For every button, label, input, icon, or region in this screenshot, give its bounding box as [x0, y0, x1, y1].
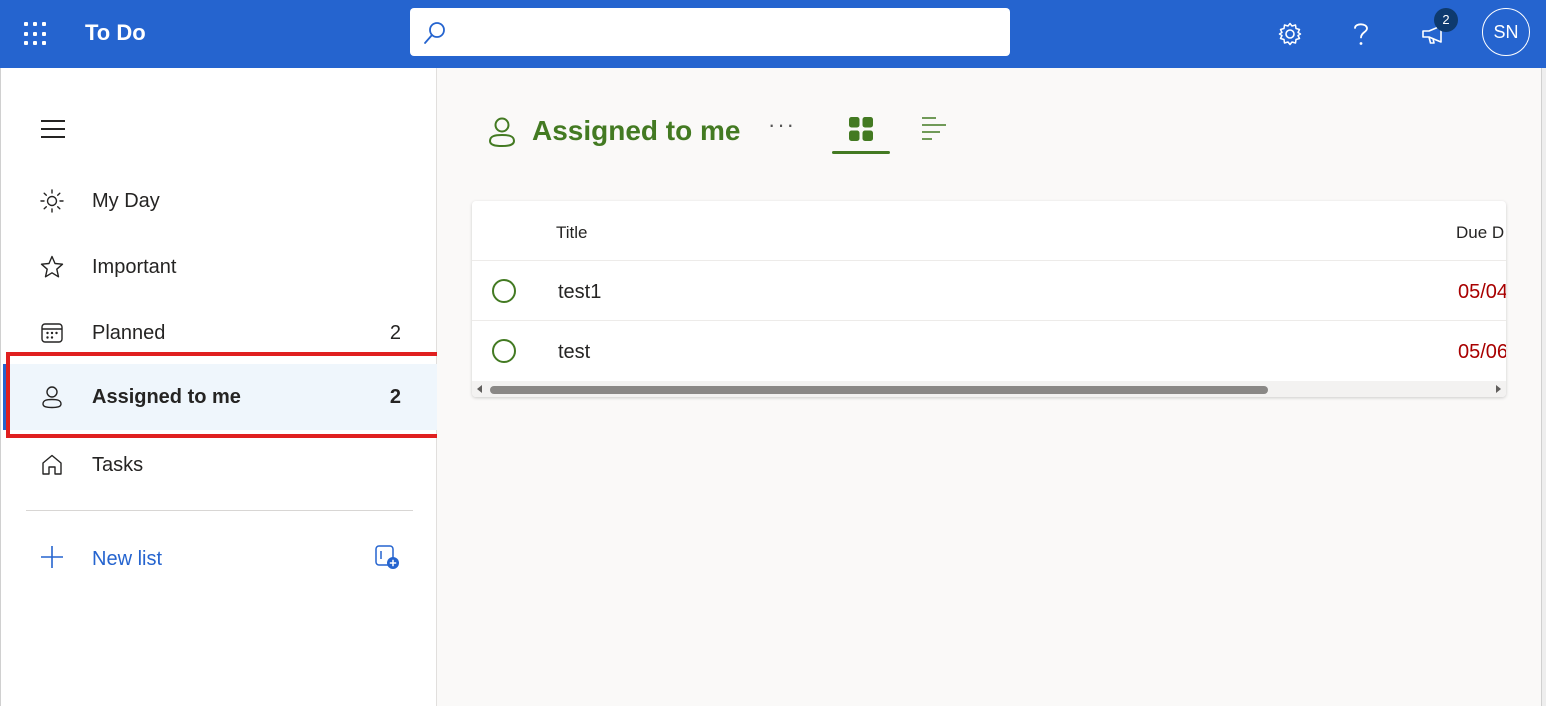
help-button[interactable] — [1345, 18, 1377, 50]
horizontal-scrollbar[interactable] — [472, 381, 1506, 397]
scroll-left-arrow-icon[interactable] — [477, 385, 482, 393]
person-icon — [39, 384, 65, 410]
app-title[interactable]: To Do — [85, 20, 146, 46]
sidebar-item-label: My Day — [92, 190, 160, 212]
task-due-date: 05/06 — [1458, 341, 1506, 363]
new-group-icon[interactable] — [373, 543, 401, 571]
column-header-due-date[interactable]: Due D — [1456, 223, 1504, 243]
settings-button[interactable] — [1274, 18, 1306, 50]
app-launcher-icon[interactable] — [24, 22, 48, 46]
help-icon — [1354, 23, 1368, 45]
selected-view-underline — [832, 151, 890, 154]
sidebar-item-my-day[interactable]: My Day — [1, 168, 437, 234]
avatar[interactable]: SN — [1482, 8, 1530, 56]
sidebar-item-assigned-to-me[interactable]: Assigned to me 2 — [9, 364, 437, 430]
table-row[interactable]: test 05/06 — [472, 320, 1506, 380]
sidebar-item-important[interactable]: Important — [1, 234, 437, 300]
sidebar: My Day Important Planned 2 Assigned to m… — [0, 68, 437, 706]
new-list-button[interactable]: New list — [1, 526, 437, 592]
notification-badge: 2 — [1434, 8, 1458, 32]
home-icon — [39, 452, 65, 478]
search-box[interactable] — [410, 8, 1010, 56]
tasks-table: Title Due D test1 05/04 test 05/06 — [472, 201, 1506, 397]
plus-icon — [41, 546, 63, 568]
complete-checkbox[interactable] — [492, 279, 516, 303]
active-indicator — [3, 364, 6, 430]
scrollbar-thumb[interactable] — [490, 386, 1268, 394]
scroll-right-arrow-icon[interactable] — [1496, 385, 1501, 393]
task-title[interactable]: test1 — [558, 281, 601, 304]
sidebar-item-label: Assigned to me — [92, 386, 241, 408]
column-header-title[interactable]: Title — [556, 223, 588, 243]
calendar-icon — [39, 320, 65, 346]
person-icon — [488, 117, 516, 148]
list-title[interactable]: Assigned to me — [532, 115, 740, 147]
sidebar-item-planned[interactable]: Planned 2 — [1, 300, 437, 366]
new-list-label: New list — [92, 548, 163, 570]
grid-icon — [849, 117, 873, 141]
vertical-scrollbar[interactable] — [1541, 68, 1546, 706]
top-bar: To Do 2 SN — [0, 0, 1546, 68]
hamburger-menu-icon[interactable] — [41, 120, 65, 138]
sun-icon — [39, 188, 65, 214]
list-view-icon[interactable] — [920, 116, 948, 142]
grid-view-button[interactable] — [832, 112, 890, 154]
star-icon — [39, 254, 65, 280]
sidebar-item-count: 2 — [389, 322, 401, 344]
search-input[interactable] — [458, 16, 998, 48]
task-title[interactable]: test — [558, 341, 590, 364]
sidebar-item-tasks[interactable]: Tasks — [1, 432, 437, 498]
gear-icon — [1278, 22, 1302, 46]
sidebar-divider — [26, 510, 413, 511]
sidebar-item-label: Tasks — [92, 454, 144, 476]
complete-checkbox[interactable] — [492, 339, 516, 363]
task-due-date: 05/04 — [1458, 281, 1506, 303]
search-icon — [424, 22, 445, 44]
sidebar-item-count: 2 — [389, 386, 401, 408]
sidebar-item-label: Important — [92, 256, 177, 278]
table-row[interactable]: test1 05/04 — [472, 260, 1506, 320]
sidebar-item-label: Planned — [92, 322, 166, 344]
list-options-button[interactable]: ··· — [768, 112, 796, 138]
